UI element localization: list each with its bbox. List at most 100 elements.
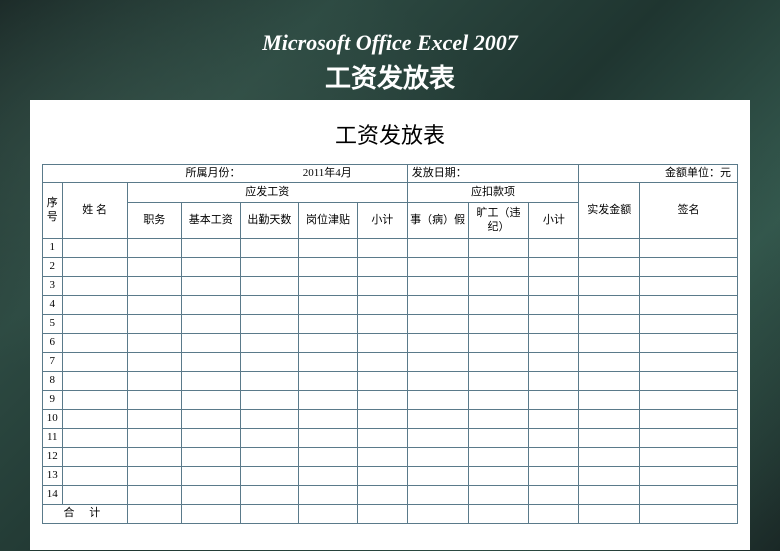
cell xyxy=(579,353,640,372)
cell xyxy=(62,277,127,296)
cell xyxy=(468,467,529,486)
row-seq: 8 xyxy=(43,372,63,391)
cell xyxy=(468,296,529,315)
col-actual: 实发金额 xyxy=(579,183,640,239)
cell xyxy=(529,372,579,391)
cell xyxy=(299,277,358,296)
cell xyxy=(640,239,738,258)
cell xyxy=(357,315,407,334)
cell xyxy=(640,410,738,429)
cell xyxy=(640,486,738,505)
cell xyxy=(299,353,358,372)
col-deduct-group: 应扣款项 xyxy=(407,183,579,203)
cell xyxy=(640,334,738,353)
month-label: 所属月份： xyxy=(185,167,240,179)
table-row: 12 xyxy=(43,448,738,467)
payroll-table: 所属月份： 2011年4月 发放日期： 金额单位：元 序号 姓 名 应发工资 应… xyxy=(42,164,738,524)
cell xyxy=(640,448,738,467)
cell xyxy=(468,315,529,334)
cell xyxy=(62,334,127,353)
cell xyxy=(640,467,738,486)
cell xyxy=(127,391,181,410)
cell xyxy=(181,239,240,258)
month-value: 2011年4月 xyxy=(303,167,352,179)
cell xyxy=(299,258,358,277)
cell xyxy=(357,277,407,296)
cell xyxy=(240,296,299,315)
row-seq: 11 xyxy=(43,429,63,448)
cell xyxy=(181,391,240,410)
cell xyxy=(62,315,127,334)
cell xyxy=(407,315,468,334)
cell xyxy=(529,486,579,505)
cell xyxy=(468,239,529,258)
unit-label: 金额单位：元 xyxy=(665,167,731,179)
cell xyxy=(181,277,240,296)
cell xyxy=(240,391,299,410)
cell xyxy=(579,372,640,391)
col-payable-group: 应发工资 xyxy=(127,183,407,203)
cell xyxy=(240,239,299,258)
cell xyxy=(579,486,640,505)
cell xyxy=(357,334,407,353)
header-row-1: 序号 姓 名 应发工资 应扣款项 实发金额 签名 xyxy=(43,183,738,203)
col-days: 出勤天数 xyxy=(240,203,299,239)
cell xyxy=(640,429,738,448)
cell xyxy=(127,486,181,505)
table-row: 8 xyxy=(43,372,738,391)
cell xyxy=(579,467,640,486)
cell xyxy=(407,277,468,296)
cell xyxy=(299,467,358,486)
cell xyxy=(181,467,240,486)
table-row: 10 xyxy=(43,410,738,429)
cell xyxy=(127,429,181,448)
cell xyxy=(181,448,240,467)
cell xyxy=(579,296,640,315)
cell xyxy=(407,467,468,486)
row-seq: 3 xyxy=(43,277,63,296)
cell xyxy=(468,277,529,296)
cell xyxy=(579,334,640,353)
date-label: 发放日期： xyxy=(412,167,467,179)
row-seq: 12 xyxy=(43,448,63,467)
app-title: Microsoft Office Excel 2007 xyxy=(0,30,780,56)
cell xyxy=(240,410,299,429)
cell xyxy=(357,239,407,258)
cell xyxy=(468,429,529,448)
cell xyxy=(62,353,127,372)
col-base: 基本工资 xyxy=(181,203,240,239)
cell xyxy=(240,486,299,505)
table-row: 6 xyxy=(43,334,738,353)
row-seq: 13 xyxy=(43,467,63,486)
cell xyxy=(127,410,181,429)
table-row: 2 xyxy=(43,258,738,277)
cell xyxy=(181,315,240,334)
cell xyxy=(181,410,240,429)
cell xyxy=(407,239,468,258)
col-job: 职务 xyxy=(127,203,181,239)
cell xyxy=(468,258,529,277)
total-row: 合 计 xyxy=(43,505,738,524)
cell xyxy=(468,372,529,391)
cell xyxy=(640,372,738,391)
cell xyxy=(299,486,358,505)
cell xyxy=(62,296,127,315)
cell xyxy=(299,296,358,315)
cell xyxy=(62,239,127,258)
col-sub2: 小计 xyxy=(529,203,579,239)
cell xyxy=(240,277,299,296)
col-name: 姓 名 xyxy=(62,183,127,239)
cell xyxy=(181,372,240,391)
cell xyxy=(181,353,240,372)
table-row: 3 xyxy=(43,277,738,296)
cell xyxy=(468,448,529,467)
cell xyxy=(407,429,468,448)
cell xyxy=(468,334,529,353)
cell xyxy=(181,296,240,315)
document-title: 工资发放表 xyxy=(0,58,780,95)
cell xyxy=(240,353,299,372)
cell xyxy=(127,334,181,353)
info-row: 所属月份： 2011年4月 发放日期： 金额单位：元 xyxy=(43,165,738,183)
cell xyxy=(529,467,579,486)
col-allow: 岗位津贴 xyxy=(299,203,358,239)
